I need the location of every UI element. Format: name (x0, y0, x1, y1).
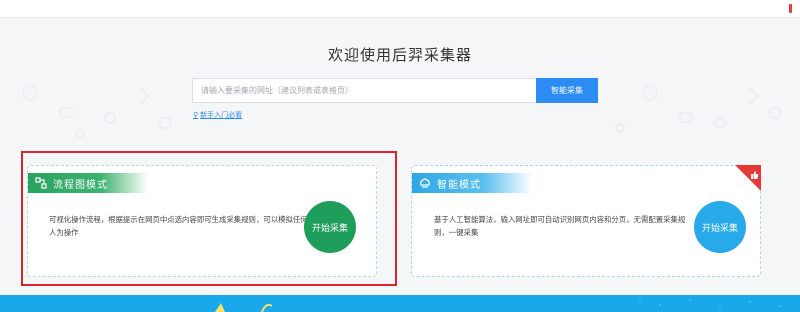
smart-start-button[interactable]: 开始采集 (694, 201, 746, 253)
location-pin-icon: ⚲ (193, 111, 199, 119)
smart-mode-description: 基于人工智能算法，输入网址即可自动识别网页内容和分页，无需配置采集规则，一键采集 (434, 215, 686, 237)
smart-mode-header: 智能模式 (412, 173, 532, 193)
top-bar (0, 0, 800, 18)
url-input[interactable] (192, 78, 536, 103)
smart-collect-button[interactable]: 智能采集 (536, 78, 598, 103)
top-marker (789, 4, 792, 13)
flowchart-start-button[interactable]: 开始采集 (304, 201, 356, 253)
page-title: 欢迎使用后羿采集器 (327, 46, 472, 64)
recommended-ribbon (735, 165, 761, 191)
flowchart-icon (35, 177, 47, 189)
flowchart-mode-header: 流程图模式 (28, 173, 148, 193)
smart-mode-title: 智能模式 (437, 179, 481, 191)
smart-mode-card[interactable]: 智能模式 基于人工智能算法，输入网址即可自动识别网页内容和分页，无需配置采集规则… (411, 165, 761, 277)
flowchart-mode-title: 流程图模式 (53, 179, 108, 191)
bottom-banner-pattern (215, 299, 781, 312)
bottom-banner (0, 295, 800, 312)
beginner-guide-link[interactable]: ⚲ 新手入门必看 (193, 110, 242, 120)
beginner-guide-label: 新手入门必看 (200, 111, 243, 119)
flowchart-mode-card[interactable]: 流程图模式 可视化操作流程，根据提示在网页中点选内容即可生成采集规则，可以模拟任… (27, 165, 377, 277)
flowchart-mode-description: 可视化操作流程，根据提示在网页中点选内容即可生成采集规则，可以模拟任何人为操作 (49, 215, 308, 237)
hero-section: 欢迎使用后羿采集器 智能采集 ⚲ 新手入门必看 (0, 18, 800, 148)
thumbs-up-icon (735, 165, 761, 191)
brain-icon (420, 178, 430, 188)
